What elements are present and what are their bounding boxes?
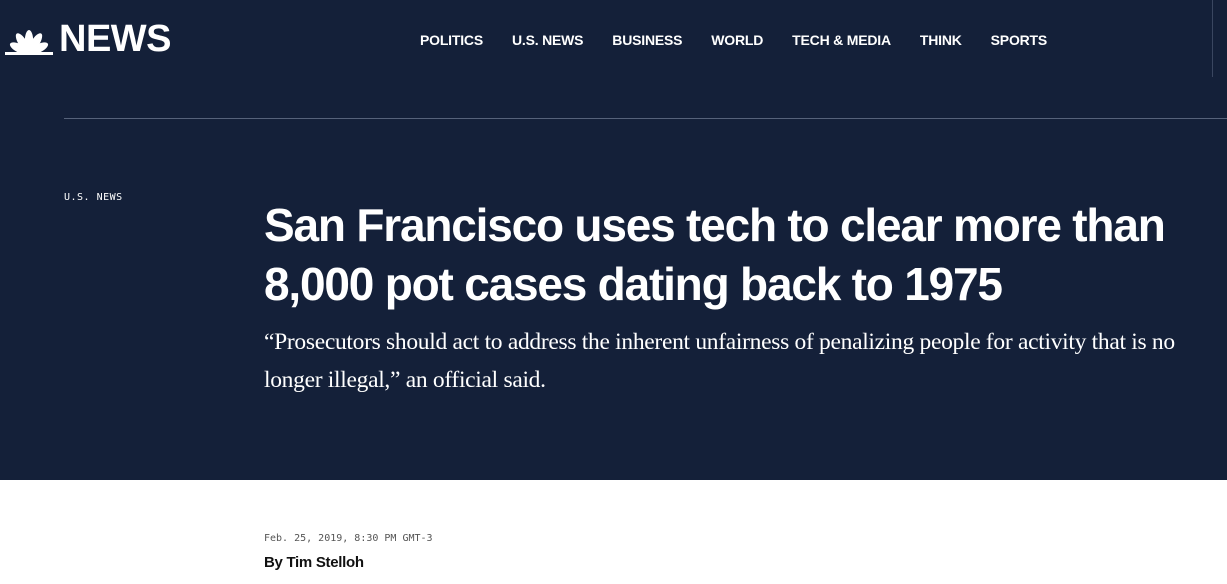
article-byline: By Tim Stelloh: [264, 554, 364, 572]
byline-prefix: By: [264, 554, 283, 571]
article-dateline: Feb. 25, 2019, 8:30 PM GMT-3: [264, 533, 433, 544]
nav-item-think[interactable]: THINK: [920, 31, 962, 49]
hero-divider: [64, 118, 1227, 119]
article-hero: NEWS POLITICS U.S. NEWS BUSINESS WORLD T…: [0, 0, 1227, 480]
nbc-news-logo[interactable]: NEWS: [4, 18, 172, 60]
article-headline: San Francisco uses tech to clear more th…: [264, 199, 1166, 310]
nav-item-business[interactable]: BUSINESS: [612, 31, 682, 49]
article-dek: “Prosecutors should act to address the i…: [264, 329, 1175, 393]
section-label[interactable]: U.S. NEWS: [64, 192, 123, 204]
nav-item-world[interactable]: WORLD: [711, 31, 763, 49]
peacock-icon: [5, 30, 53, 55]
logo-wordmark: NEWS: [59, 18, 172, 60]
nav-item-tech-media[interactable]: TECH & MEDIA: [792, 31, 891, 49]
header-divider: [1212, 0, 1213, 77]
main-navigation: POLITICS U.S. NEWS BUSINESS WORLD TECH &…: [420, 31, 1047, 49]
author-link[interactable]: Tim Stelloh: [286, 554, 364, 571]
nav-item-sports[interactable]: SPORTS: [991, 31, 1048, 49]
nav-item-politics[interactable]: POLITICS: [420, 31, 483, 49]
nav-item-us-news[interactable]: U.S. NEWS: [512, 31, 584, 49]
